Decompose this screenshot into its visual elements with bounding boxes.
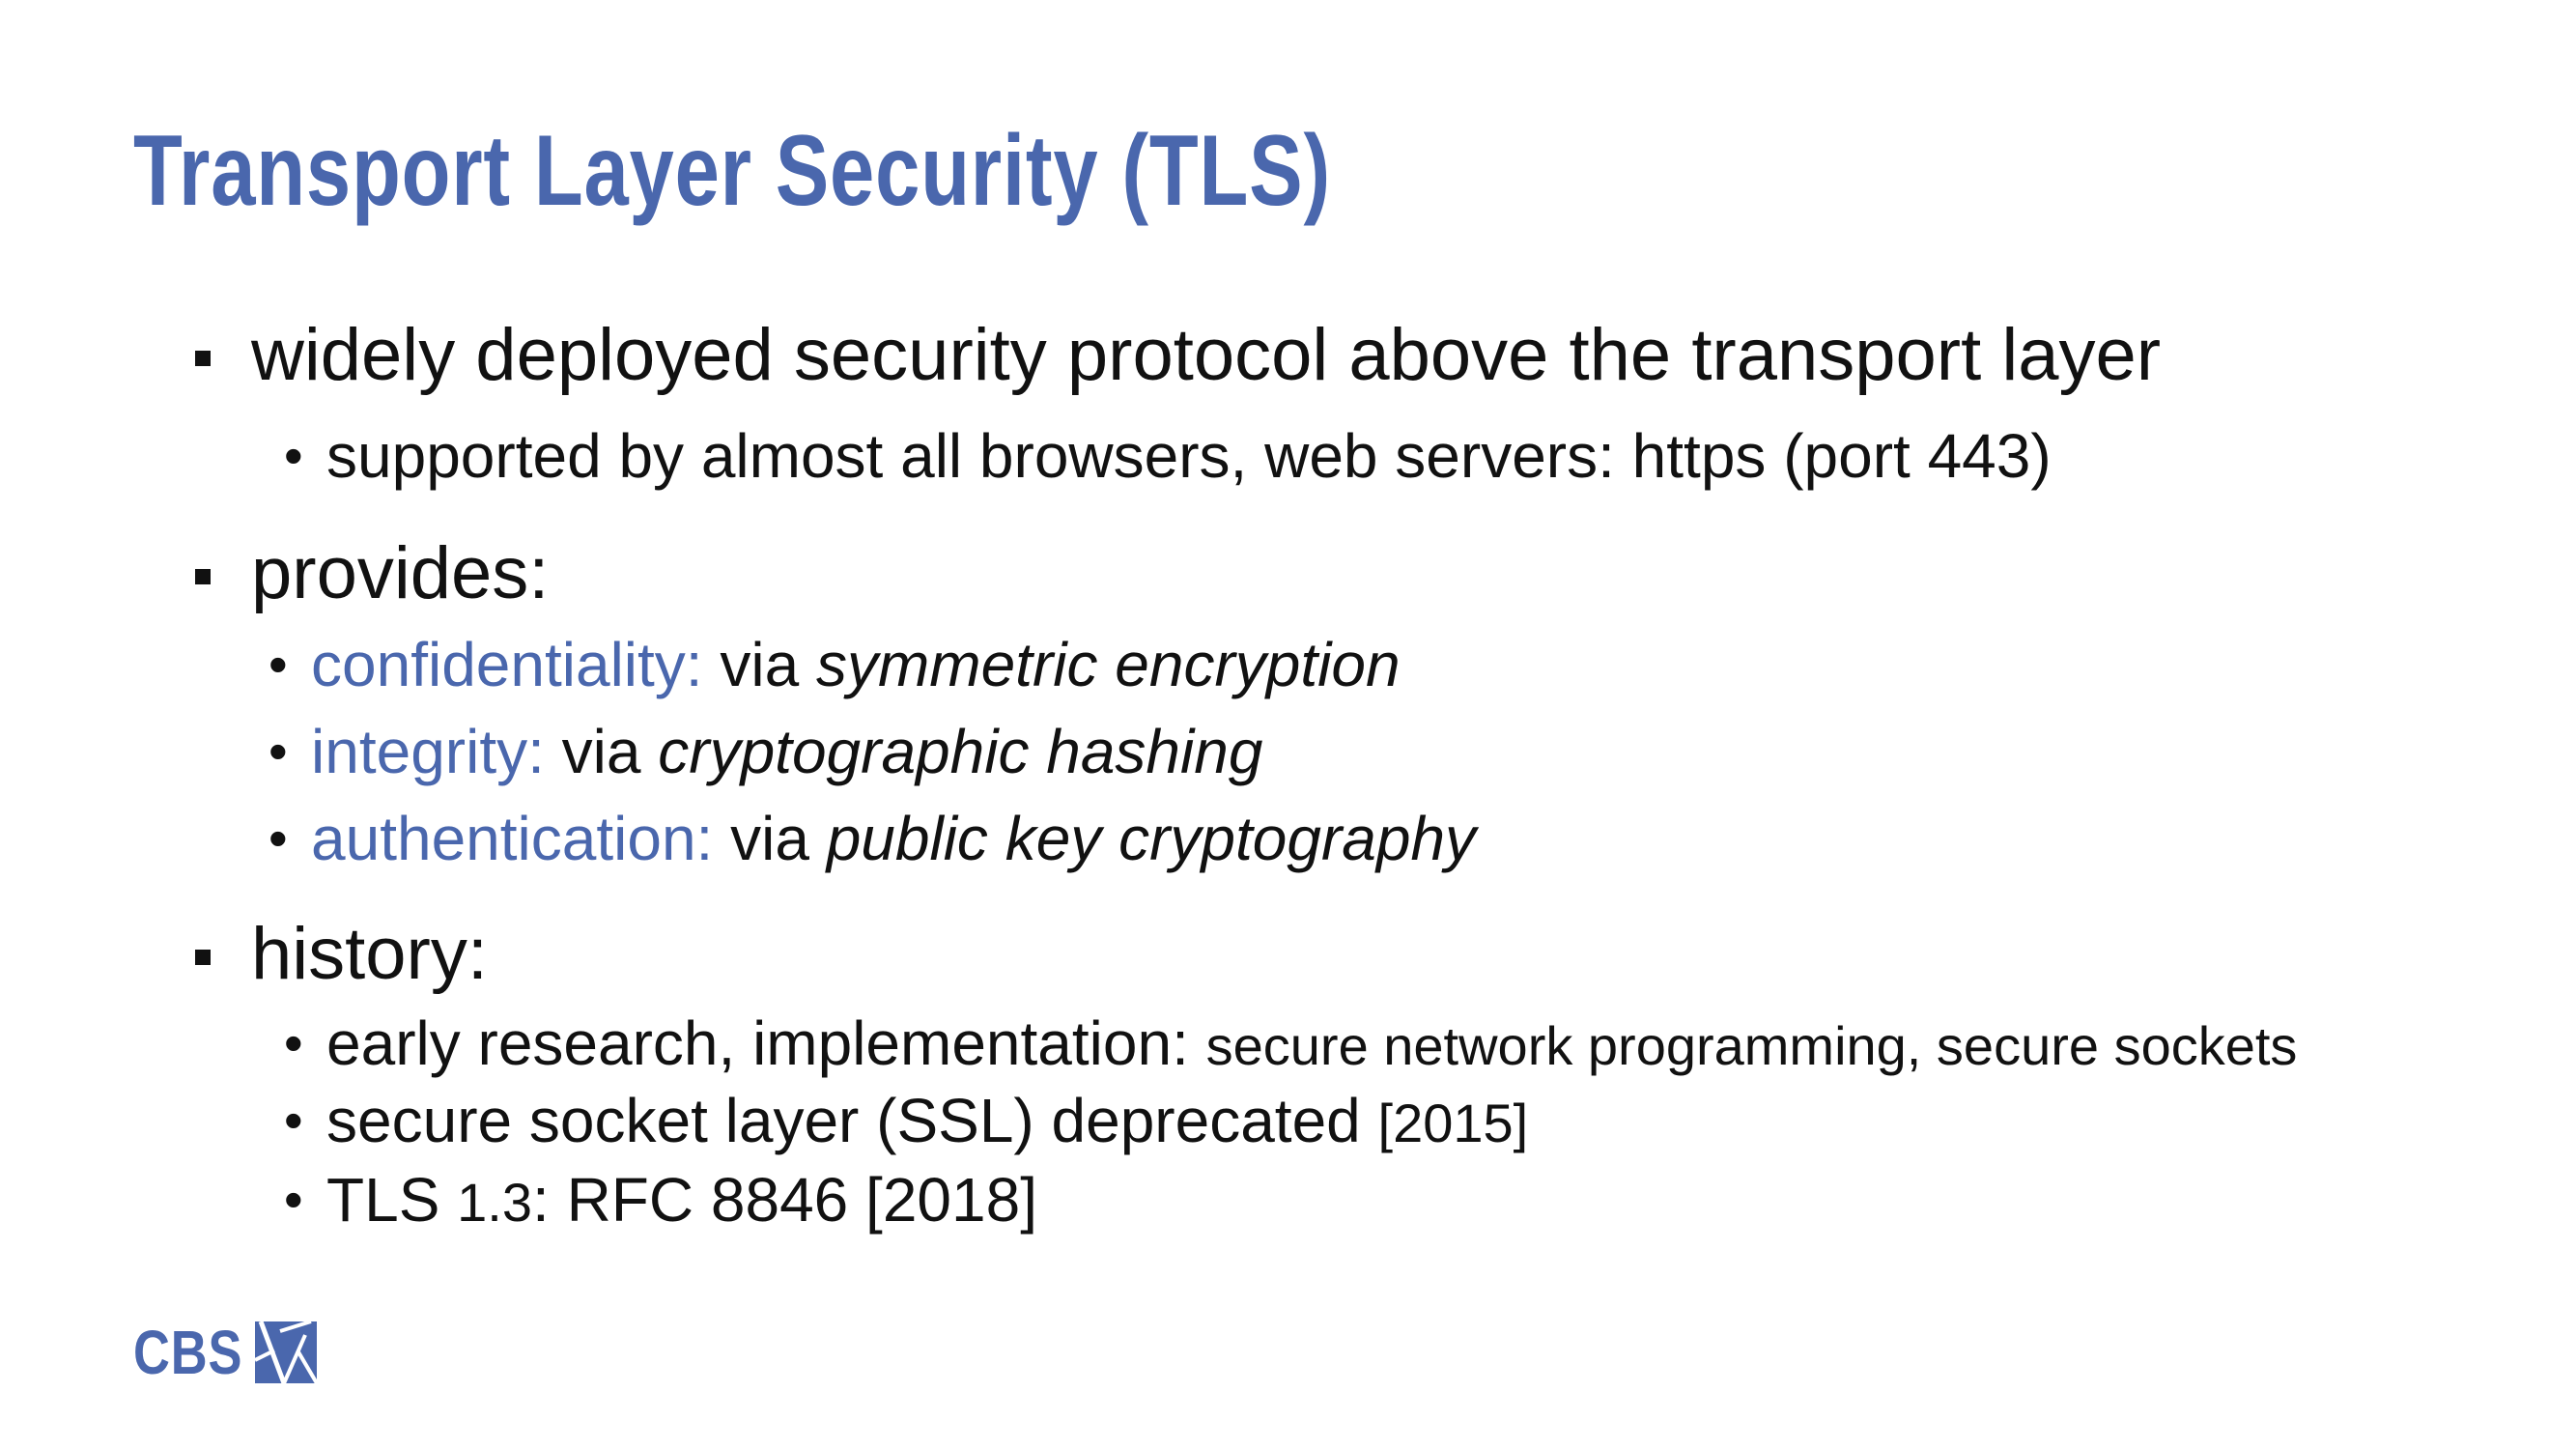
bullet-text: history: [251,913,488,995]
tls-suffix: : RFC 8846 [2018] [532,1165,1037,1235]
sub-bullet-support: • supported by almost all browsers, web … [284,417,2052,495]
via-text: via [544,717,659,786]
bullet-text: provides: [251,532,550,614]
sub-bullet-tls13: • TLS 1.3: RFC 8846 [2018] [284,1161,1037,1241]
sub-bullet-confidentiality: • confidentiality: via symmetric encrypt… [269,626,1401,703]
bullet-history: history: [195,908,488,1001]
sub-bullet-early-research: • early research, implementation: secure… [284,1005,2298,1085]
logo-text: CBS [133,1318,243,1387]
via-text: via [702,630,816,699]
round-bullet-icon: • [284,1169,303,1230]
early-prefix: early research, implementation: [326,1009,1206,1078]
sub-bullet-text: supported by almost all browsers, web se… [326,421,2052,491]
square-bullet-icon [195,351,211,366]
round-bullet-icon: • [284,1012,303,1073]
early-detail: secure network programming, secure socke… [1205,1015,2298,1076]
confidentiality-detail: symmetric encryption [815,630,1401,699]
sub-bullet-ssl: • secure socket layer (SSL) deprecated [… [284,1082,1529,1162]
tls-version: 1.3 [457,1172,533,1233]
round-bullet-icon: • [269,808,288,868]
bullet-provides: provides: [195,527,550,620]
authentication-label: authentication: [311,804,714,873]
sub-bullet-integrity: • integrity: via cryptographic hashing [269,713,1263,790]
authentication-detail: public key cryptography [826,804,1477,873]
slide-title: Transport Layer Security (TLS) [133,115,1331,227]
square-bullet-icon [195,950,211,965]
integrity-label: integrity: [311,717,545,786]
ssl-year: [2015] [1377,1093,1529,1153]
bullet-text: widely deployed security protocol above … [251,314,2162,396]
round-bullet-icon: • [269,721,288,781]
round-bullet-icon: • [284,425,303,486]
integrity-detail: cryptographic hashing [658,717,1263,786]
sub-bullet-authentication: • authentication: via public key cryptog… [269,800,1477,877]
square-bullet-icon [195,569,211,584]
bullet-deployment: widely deployed security protocol above … [195,309,2162,402]
via-text: via [713,804,827,873]
confidentiality-label: confidentiality: [311,630,703,699]
ssl-prefix: secure socket layer (SSL) deprecated [326,1086,1378,1155]
tls-prefix: TLS [326,1165,458,1235]
cbs-logo: CBS [133,1318,318,1387]
round-bullet-icon: • [269,634,288,695]
cbs-emblem-icon [255,1321,318,1383]
round-bullet-icon: • [284,1090,303,1151]
